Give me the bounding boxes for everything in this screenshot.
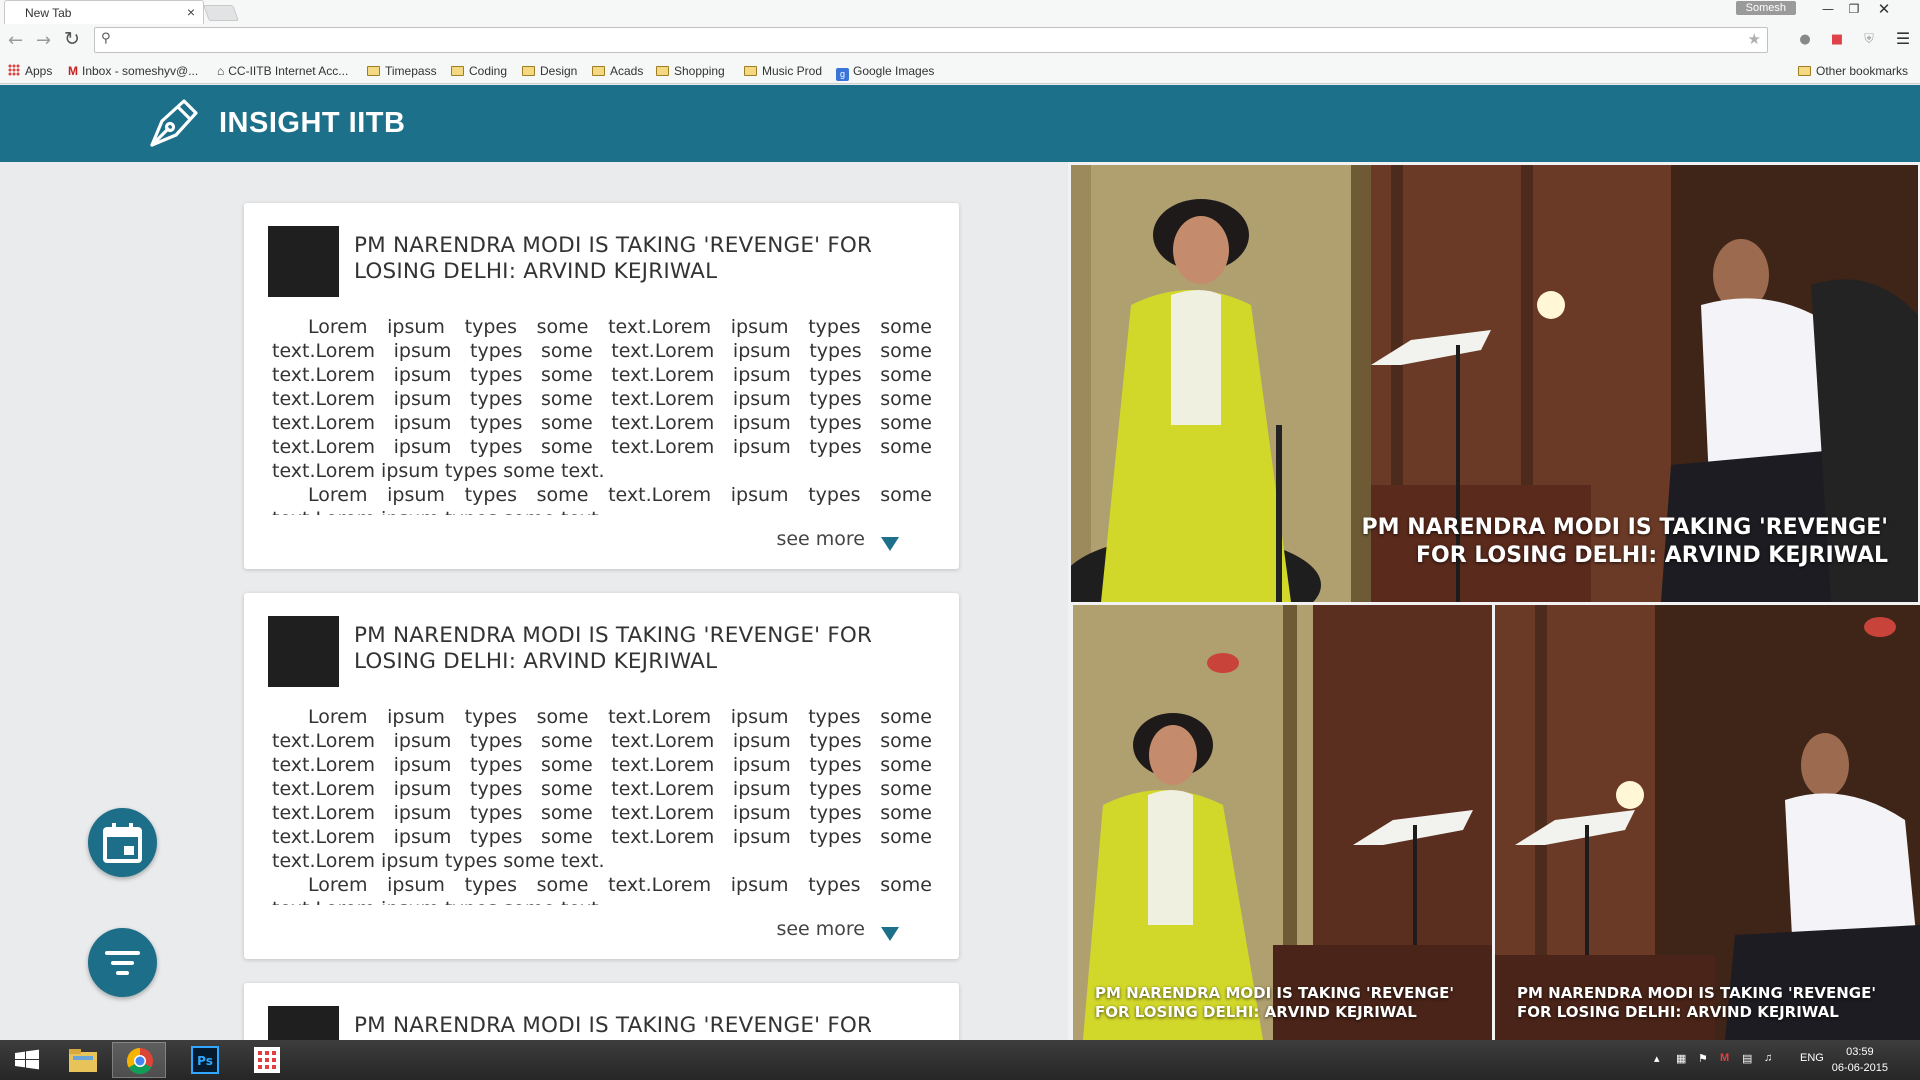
- tab-title: New Tab: [25, 6, 72, 20]
- chevron-down-icon[interactable]: [881, 927, 899, 941]
- tray-gmail-icon[interactable]: M: [1720, 1052, 1729, 1064]
- article-card: PM NARENDRA MODI IS TAKING 'REVENGE' FOR…: [244, 593, 959, 959]
- featured-photo-left[interactable]: PM NARENDRA MODI IS TAKING 'REVENGE' FOR…: [1073, 605, 1492, 1040]
- article-card: PM NARENDRA MODI IS TAKING 'REVENGE' FOR…: [244, 203, 959, 569]
- gmail-icon: M: [68, 64, 78, 78]
- article-paragraph: Lorem ipsum types some text.Lorem ipsum …: [272, 316, 932, 482]
- article-title[interactable]: PM NARENDRA MODI IS TAKING 'REVENGE' FOR…: [354, 233, 914, 285]
- reload-icon[interactable]: ↻: [64, 28, 80, 50]
- system-clock[interactable]: 03:59 06-06-2015: [1832, 1044, 1888, 1076]
- featured-caption[interactable]: PM NARENDRA MODI IS TAKING 'REVENGE' FOR…: [1328, 514, 1888, 570]
- bookmark-other[interactable]: Other bookmarks: [1798, 64, 1908, 78]
- bookmark-shopping[interactable]: Shopping: [656, 64, 725, 78]
- network-icon[interactable]: ▤: [1742, 1052, 1752, 1065]
- bookmark-cc-iitb[interactable]: ⌂ CC-IITB Internet Acc...: [217, 64, 348, 78]
- interview-photo: [1073, 605, 1492, 1040]
- article-excerpt: Lorem ipsum types some text.Lorem ipsum …: [272, 705, 932, 905]
- clock-time: 03:59: [1846, 1046, 1874, 1058]
- restore-icon[interactable]: ❐: [1842, 2, 1866, 16]
- action-center-flag-icon[interactable]: ⚑: [1698, 1052, 1708, 1065]
- article-title[interactable]: PM NARENDRA MODI IS TAKING 'REVENGE' FOR…: [354, 1013, 914, 1040]
- article-thumbnail[interactable]: [268, 226, 339, 297]
- volume-icon[interactable]: ♫: [1764, 1052, 1772, 1064]
- see-more-link[interactable]: see more: [776, 528, 865, 550]
- calendar-icon: [103, 823, 142, 863]
- bookmark-acads[interactable]: Acads: [592, 64, 643, 78]
- extension-download-icon[interactable]: ●: [1796, 32, 1814, 50]
- folder-icon: [656, 66, 669, 76]
- article-paragraph: Lorem ipsum types some text.Lorem ipsum …: [272, 484, 932, 515]
- featured-photo-main[interactable]: PM NARENDRA MODI IS TAKING 'REVENGE' FOR…: [1071, 165, 1918, 602]
- new-tab-button[interactable]: [203, 5, 239, 21]
- forward-icon[interactable]: →: [36, 30, 51, 51]
- folder-icon: [592, 66, 605, 76]
- close-icon[interactable]: ×: [187, 4, 195, 20]
- article-title[interactable]: PM NARENDRA MODI IS TAKING 'REVENGE' FOR…: [354, 623, 914, 675]
- tray-expand-icon[interactable]: ▴: [1654, 1052, 1660, 1065]
- search-icon: ⚲: [101, 31, 111, 46]
- tab-new-tab[interactable]: New Tab ×: [4, 0, 204, 24]
- filter-icon: [105, 951, 140, 975]
- folder-icon: [744, 66, 757, 76]
- bookmark-timepass[interactable]: Timepass: [367, 64, 437, 78]
- filter-button[interactable]: [88, 928, 157, 997]
- bookmark-music-prod[interactable]: Music Prod: [744, 64, 822, 78]
- window-close-icon[interactable]: ✕: [1872, 0, 1896, 18]
- app-grid-icon[interactable]: [240, 1042, 294, 1078]
- tray-windows-icon[interactable]: ▦: [1676, 1052, 1686, 1065]
- calendar-button[interactable]: [88, 808, 157, 877]
- bookmark-coding[interactable]: Coding: [451, 64, 507, 78]
- folder-icon: [522, 66, 535, 76]
- chevron-down-icon[interactable]: [881, 537, 899, 551]
- featured-caption[interactable]: PM NARENDRA MODI IS TAKING 'REVENGE' FOR…: [1095, 984, 1475, 1022]
- extension-shield-icon[interactable]: ⛨: [1860, 32, 1878, 50]
- star-icon[interactable]: ★: [1748, 30, 1761, 48]
- folder-icon: [451, 66, 464, 76]
- featured-photo-right[interactable]: PM NARENDRA MODI IS TAKING 'REVENGE' FOR…: [1495, 605, 1920, 1040]
- omnibox[interactable]: ⚲ ★: [94, 27, 1768, 53]
- apps-grid-icon: [8, 64, 20, 76]
- featured-caption[interactable]: PM NARENDRA MODI IS TAKING 'REVENGE' FOR…: [1517, 984, 1897, 1022]
- profile-button[interactable]: Somesh: [1735, 1, 1796, 15]
- article-excerpt: Lorem ipsum types some text.Lorem ipsum …: [272, 315, 932, 515]
- minimize-icon[interactable]: —: [1816, 2, 1840, 16]
- windows-start-icon[interactable]: [0, 1042, 54, 1078]
- bookmark-apps[interactable]: Apps: [8, 64, 52, 78]
- language-indicator[interactable]: ENG: [1800, 1052, 1824, 1064]
- svg-text:Ps: Ps: [197, 1054, 213, 1068]
- bookmark-inbox[interactable]: M Inbox - someshyv@...: [68, 64, 198, 78]
- photoshop-icon[interactable]: Ps: [178, 1042, 232, 1078]
- taskbar: Ps ▴ ▦ ⚑ M ▤ ♫ ENG 03:59 06-06-2015: [0, 1040, 1920, 1080]
- folder-icon: [367, 66, 380, 76]
- article-thumbnail[interactable]: [268, 1006, 339, 1040]
- file-explorer-icon[interactable]: [56, 1042, 110, 1078]
- folder-icon: [1798, 66, 1811, 76]
- building-icon: ⌂: [217, 64, 225, 78]
- tab-strip: New Tab × Somesh — ❐ ✕: [0, 0, 1920, 24]
- interview-photo: [1495, 605, 1920, 1040]
- extension-red-icon[interactable]: ■: [1828, 32, 1846, 50]
- bookmark-google-images[interactable]: g Google Images: [836, 64, 934, 81]
- address-input[interactable]: [121, 30, 1721, 50]
- pen-nib-logo-icon[interactable]: [146, 95, 202, 151]
- see-more-link[interactable]: see more: [776, 918, 865, 940]
- clock-date: 06-06-2015: [1831, 1062, 1888, 1074]
- menu-icon[interactable]: ☰: [1894, 29, 1912, 48]
- article-thumbnail[interactable]: [268, 616, 339, 687]
- article-paragraph: Lorem ipsum types some text.Lorem ipsum …: [272, 874, 932, 905]
- article-card: PM NARENDRA MODI IS TAKING 'REVENGE' FOR…: [244, 983, 959, 1040]
- google-images-icon: g: [836, 68, 849, 81]
- bookmark-design[interactable]: Design: [522, 64, 577, 78]
- site-title[interactable]: INSIGHT IITB: [219, 107, 405, 140]
- chrome-icon[interactable]: [112, 1042, 166, 1078]
- back-icon[interactable]: ←: [8, 30, 23, 51]
- site-header: INSIGHT IITB: [0, 85, 1920, 162]
- bookmarks-bar: Apps M Inbox - someshyv@... ⌂ CC-IITB Inte…: [0, 58, 1920, 84]
- article-paragraph: Lorem ipsum types some text.Lorem ipsum …: [272, 706, 932, 872]
- featured-photos: PM NARENDRA MODI IS TAKING 'REVENGE' FOR…: [1068, 162, 1920, 1040]
- browser-toolbar: ← → ↻ ⚲ ★ ● ■ ⛨ ☰: [0, 24, 1920, 58]
